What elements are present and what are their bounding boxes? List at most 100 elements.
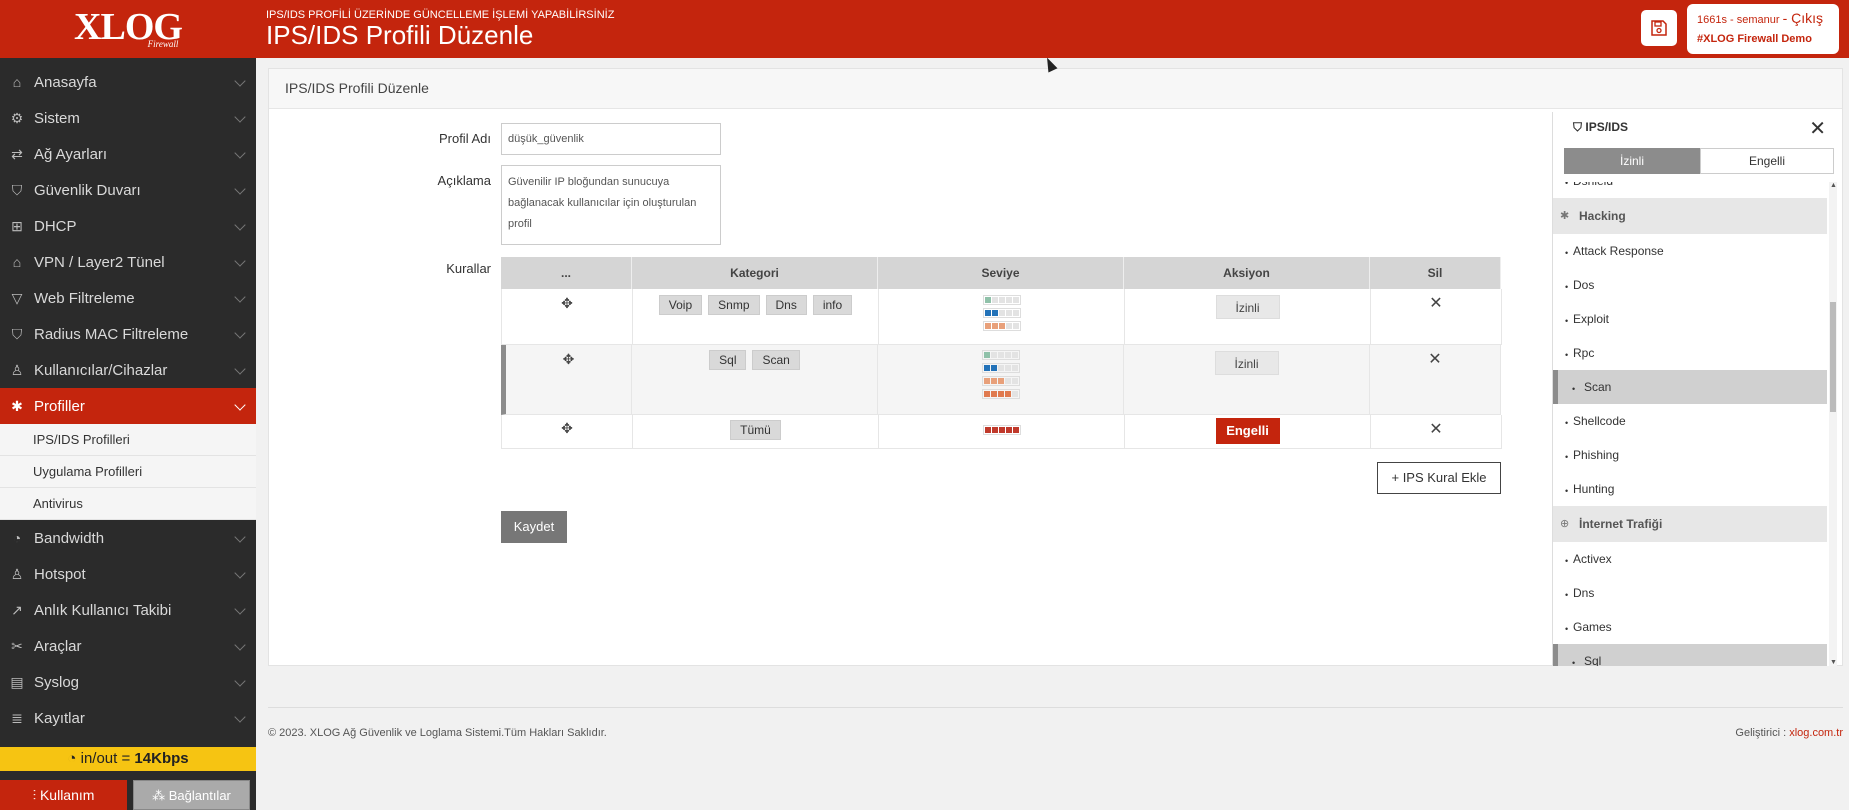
chevron-down-icon <box>234 291 246 303</box>
list-item[interactable]: Dns <box>1553 576 1827 612</box>
logout-link[interactable]: Çıkış <box>1791 10 1823 26</box>
category-tag[interactable]: info <box>812 295 853 315</box>
delete-cell: ✕ <box>1371 415 1502 449</box>
settings-icon: ⚙ <box>10 109 24 126</box>
sidebar-item-dhcp[interactable]: ⊞ DHCP <box>0 208 256 244</box>
tab-allowed[interactable]: İzinli <box>1564 148 1700 174</box>
logo-sub: Firewall <box>147 39 179 49</box>
submenu-ips-profiles[interactable]: IPS/IDS Profilleri <box>0 424 256 456</box>
sidebar-item-label: Anlık Kullanıcı Takibi <box>34 601 172 619</box>
user-box: 1661s - semanur - Çıkış #XLOG Firewall D… <box>1687 4 1839 54</box>
sidebar-item-web-filter[interactable]: ▽ Web Filtreleme <box>0 280 256 316</box>
category-tag[interactable]: Sql <box>709 350 747 370</box>
xlog-logo[interactable]: XLOG Firewall <box>0 0 256 58</box>
sidebar-item-network[interactable]: ⇄ Ağ Ayarları <box>0 136 256 172</box>
col-header-level: Seviye <box>878 257 1124 289</box>
delete-x-icon[interactable]: ✕ <box>1429 421 1442 438</box>
traffic-label: in/out = <box>80 750 135 767</box>
sidebar-item-live-tracking[interactable]: ↗ Anlık Kullanıcı Takibi <box>0 592 256 628</box>
scrollbar-thumb[interactable] <box>1830 302 1836 412</box>
delete-x-icon[interactable]: ✕ <box>1428 351 1441 368</box>
sidebar-item-logs[interactable]: ≣ Kayıtlar <box>0 700 256 736</box>
list-item[interactable]: Games <box>1553 610 1827 646</box>
connections-button[interactable]: ⁂ Bağlantılar <box>133 780 250 810</box>
sidebar-item-profiles[interactable]: ✱ Profiller <box>0 388 256 424</box>
save-config-button[interactable] <box>1641 10 1677 46</box>
submenu-antivirus[interactable]: Antivirus <box>0 488 256 520</box>
action-allow-button[interactable]: İzinli <box>1214 351 1279 375</box>
sidebar-item-label: Syslog <box>34 673 80 691</box>
action-allow-button[interactable]: İzinli <box>1215 295 1280 319</box>
close-icon[interactable]: ✕ <box>1809 116 1826 141</box>
sidebar-item-home[interactable]: ⌂ Anasayfa <box>0 64 256 100</box>
sidebar-item-vpn[interactable]: ⌂ VPN / Layer2 Tünel <box>0 244 256 280</box>
filter-icon: ▽ <box>11 289 23 306</box>
move-icon: ✥ <box>561 295 573 311</box>
save-button[interactable]: Kaydet <box>501 511 567 543</box>
category-tag[interactable]: Scan <box>752 350 800 370</box>
list-item[interactable]: Hunting <box>1553 472 1827 508</box>
action-block-button[interactable]: Engelli <box>1215 418 1280 444</box>
category-tag[interactable]: Snmp <box>708 295 760 315</box>
list-item-selected[interactable]: Scan <box>1553 370 1827 406</box>
list-item[interactable]: Activex <box>1553 542 1827 578</box>
sidebar-item-tools[interactable]: ✂ Araçlar <box>0 628 256 664</box>
list-item[interactable]: Attack Response <box>1553 234 1827 270</box>
delete-x-icon[interactable]: ✕ <box>1429 295 1442 312</box>
panel-scrollbar[interactable]: ▲ ▼ <box>1829 182 1837 666</box>
col-header-delete: Sil <box>1370 257 1501 289</box>
scroll-down-icon[interactable]: ▼ <box>1830 659 1837 666</box>
add-rule-label: IPS Kural Ekle <box>1402 470 1487 485</box>
submenu-app-profiles[interactable]: Uygulama Profilleri <box>0 456 256 488</box>
add-ips-rule-button[interactable]: + IPS Kural Ekle <box>1377 462 1501 494</box>
level-cell[interactable] <box>879 289 1125 345</box>
category-tag[interactable]: Dns <box>765 295 807 315</box>
list-item[interactable]: Shellcode <box>1553 404 1827 440</box>
chevron-down-icon <box>234 567 246 579</box>
category-cell: Voip Snmp Dns info <box>633 289 879 345</box>
list-item[interactable]: Dshield <box>1553 182 1827 200</box>
chevron-down-icon <box>234 675 246 687</box>
globe-icon: ⊕ <box>1560 518 1570 530</box>
table-row: ✥ Sql Scan İzinli ✕ <box>501 345 1501 415</box>
chevron-down-icon <box>234 399 246 411</box>
description-textarea[interactable]: Güvenilir IP bloğundan sunucuya bağlanac… <box>501 165 721 245</box>
traffic-value: 14Kbps <box>134 750 189 767</box>
level-cell[interactable] <box>878 345 1124 415</box>
group-label: İnternet Trafiği <box>1579 517 1663 531</box>
drag-handle[interactable]: ✥ <box>506 345 632 415</box>
category-list: Dshield ✱ Hacking Attack Response Dos Ex… <box>1553 182 1827 666</box>
chevron-down-icon <box>234 183 246 195</box>
sidebar-item-users[interactable]: ♙ Kullanıcılar/Cihazlar <box>0 352 256 388</box>
category-tag[interactable]: Voip <box>658 295 703 315</box>
sidebar-item-syslog[interactable]: ▤ Syslog <box>0 664 256 700</box>
table-row: ✥ Tümü Engelli ✕ <box>501 415 1502 449</box>
sidebar-item-system[interactable]: ⚙ Sistem <box>0 100 256 136</box>
list-item[interactable]: Rpc <box>1553 336 1827 372</box>
level-indicator <box>982 425 1021 438</box>
traffic-indicator: ◔ in/out = 14Kbps <box>0 747 256 771</box>
tab-blocked[interactable]: Engelli <box>1700 148 1834 174</box>
list-item[interactable]: Exploit <box>1553 302 1827 338</box>
level-cell[interactable] <box>879 415 1125 449</box>
rules-label: Kurallar <box>446 261 491 276</box>
sidebar-item-radius[interactable]: ⛉ Radius MAC Filtreleme <box>0 316 256 352</box>
sidebar-item-bandwidth[interactable]: ◔ Bandwidth <box>0 520 256 556</box>
tools-icon: ✂ <box>11 637 23 654</box>
drag-handle[interactable]: ✥ <box>502 289 633 345</box>
sidebar-item-firewall[interactable]: ⛉ Güvenlik Duvarı <box>0 172 256 208</box>
usage-button[interactable]: ⫶ Kullanım <box>0 780 127 810</box>
drag-handle[interactable]: ✥ <box>502 415 633 449</box>
profile-name-input[interactable]: düşük_güvenlik <box>501 123 721 155</box>
list-item[interactable]: Dos <box>1553 268 1827 304</box>
list-item[interactable]: Sql <box>1553 644 1827 666</box>
developer-link[interactable]: xlog.com.tr <box>1789 727 1843 739</box>
table-row: ✥ Voip Snmp Dns info İzinli ✕ <box>501 289 1502 345</box>
level-indicator <box>981 350 1020 402</box>
plus-icon: + <box>1391 470 1400 485</box>
scroll-up-icon[interactable]: ▲ <box>1830 182 1837 189</box>
shield-check-icon: ⛉ <box>11 325 23 342</box>
list-item[interactable]: Phishing <box>1553 438 1827 474</box>
category-tag[interactable]: Tümü <box>730 420 781 440</box>
sidebar-item-hotspot[interactable]: ♙ Hotspot <box>0 556 256 592</box>
